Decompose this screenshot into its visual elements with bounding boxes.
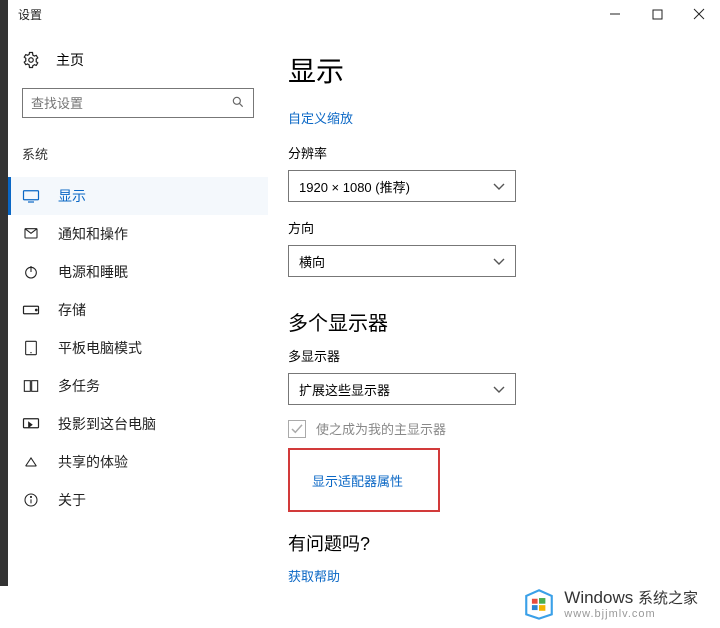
sidebar: 主页 系统 显示 通知和操作 电源 bbox=[8, 28, 268, 586]
window-title: 设置 bbox=[18, 6, 42, 23]
custom-scale-link[interactable]: 自定义缩放 bbox=[288, 108, 710, 127]
sidebar-item-multitask[interactable]: 多任务 bbox=[8, 367, 268, 405]
sidebar-item-label: 存储 bbox=[58, 300, 86, 320]
sidebar-item-label: 通知和操作 bbox=[58, 224, 128, 244]
multi-display-value: 扩展这些显示器 bbox=[299, 380, 390, 399]
sidebar-item-label: 平板电脑模式 bbox=[58, 338, 142, 358]
resolution-select[interactable]: 1920 × 1080 (推荐) bbox=[288, 170, 516, 202]
sidebar-item-label: 共享的体验 bbox=[58, 452, 128, 472]
minimize-button[interactable] bbox=[594, 0, 636, 28]
titlebar: 设置 bbox=[8, 0, 720, 28]
sidebar-nav: 显示 通知和操作 电源和睡眠 存储 平板电脑模式 bbox=[22, 177, 254, 519]
sidebar-item-label: 投影到这台电脑 bbox=[58, 414, 156, 434]
orientation-select[interactable]: 横向 bbox=[288, 245, 516, 277]
orientation-value: 横向 bbox=[299, 252, 325, 271]
sidebar-item-shared[interactable]: 共享的体验 bbox=[8, 443, 268, 481]
search-box[interactable] bbox=[22, 88, 254, 118]
adapter-properties-link[interactable]: 显示适配器属性 bbox=[312, 471, 403, 490]
close-button[interactable] bbox=[678, 0, 720, 28]
window-controls bbox=[594, 0, 720, 28]
project-icon bbox=[22, 415, 40, 433]
chevron-down-icon bbox=[493, 179, 505, 194]
home-button[interactable]: 主页 bbox=[22, 40, 254, 88]
content-pane: 显示 自定义缩放 分辨率 1920 × 1080 (推荐) 方向 横向 多个显示… bbox=[268, 28, 720, 586]
about-icon bbox=[22, 491, 40, 509]
chevron-down-icon bbox=[493, 382, 505, 397]
multi-display-label: 多显示器 bbox=[288, 346, 710, 365]
search-input[interactable] bbox=[31, 96, 231, 111]
adapter-highlight: 显示适配器属性 bbox=[288, 448, 440, 512]
sidebar-item-about[interactable]: 关于 bbox=[8, 481, 268, 519]
sidebar-group-title: 系统 bbox=[22, 144, 254, 163]
home-gear-icon bbox=[22, 51, 40, 69]
help-title: 有问题吗? bbox=[288, 530, 710, 556]
watermark-brand-en: Windows bbox=[564, 588, 633, 607]
shared-icon bbox=[22, 453, 40, 471]
multi-display-title: 多个显示器 bbox=[288, 307, 710, 336]
notifications-icon bbox=[22, 225, 40, 243]
watermark-brand-cn: 系统之家 bbox=[638, 590, 698, 607]
multitask-icon bbox=[22, 377, 40, 395]
multi-display-select[interactable]: 扩展这些显示器 bbox=[288, 373, 516, 405]
display-icon bbox=[22, 187, 40, 205]
sidebar-item-project[interactable]: 投影到这台电脑 bbox=[8, 405, 268, 443]
tablet-icon bbox=[22, 339, 40, 357]
search-icon bbox=[231, 95, 245, 112]
sidebar-item-storage[interactable]: 存储 bbox=[8, 291, 268, 329]
watermark: Windows 系统之家 www.bjjmlv.com bbox=[522, 586, 698, 620]
sidebar-item-label: 显示 bbox=[58, 186, 86, 206]
sidebar-item-label: 多任务 bbox=[58, 376, 100, 396]
sidebar-item-display[interactable]: 显示 bbox=[8, 177, 268, 215]
sidebar-item-tablet[interactable]: 平板电脑模式 bbox=[8, 329, 268, 367]
windows-logo-icon bbox=[522, 586, 556, 620]
sidebar-item-label: 电源和睡眠 bbox=[58, 262, 128, 282]
primary-display-checkbox: 使之成为我的主显示器 bbox=[288, 419, 710, 438]
resolution-label: 分辨率 bbox=[288, 143, 710, 162]
maximize-button[interactable] bbox=[636, 0, 678, 28]
resolution-value: 1920 × 1080 (推荐) bbox=[299, 177, 410, 196]
storage-icon bbox=[22, 301, 40, 319]
home-label: 主页 bbox=[56, 50, 84, 70]
power-icon bbox=[22, 263, 40, 281]
primary-display-label: 使之成为我的主显示器 bbox=[316, 419, 446, 438]
chevron-down-icon bbox=[493, 254, 505, 269]
watermark-text: Windows 系统之家 www.bjjmlv.com bbox=[564, 587, 698, 620]
watermark-url: www.bjjmlv.com bbox=[564, 608, 698, 620]
sidebar-item-notifications[interactable]: 通知和操作 bbox=[8, 215, 268, 253]
settings-window: 设置 主页 bbox=[8, 0, 720, 586]
checkbox-icon bbox=[288, 420, 306, 438]
page-title: 显示 bbox=[288, 50, 710, 90]
get-help-link[interactable]: 获取帮助 bbox=[288, 566, 710, 585]
sidebar-item-label: 关于 bbox=[58, 490, 86, 510]
orientation-label: 方向 bbox=[288, 218, 710, 237]
sidebar-item-power[interactable]: 电源和睡眠 bbox=[8, 253, 268, 291]
